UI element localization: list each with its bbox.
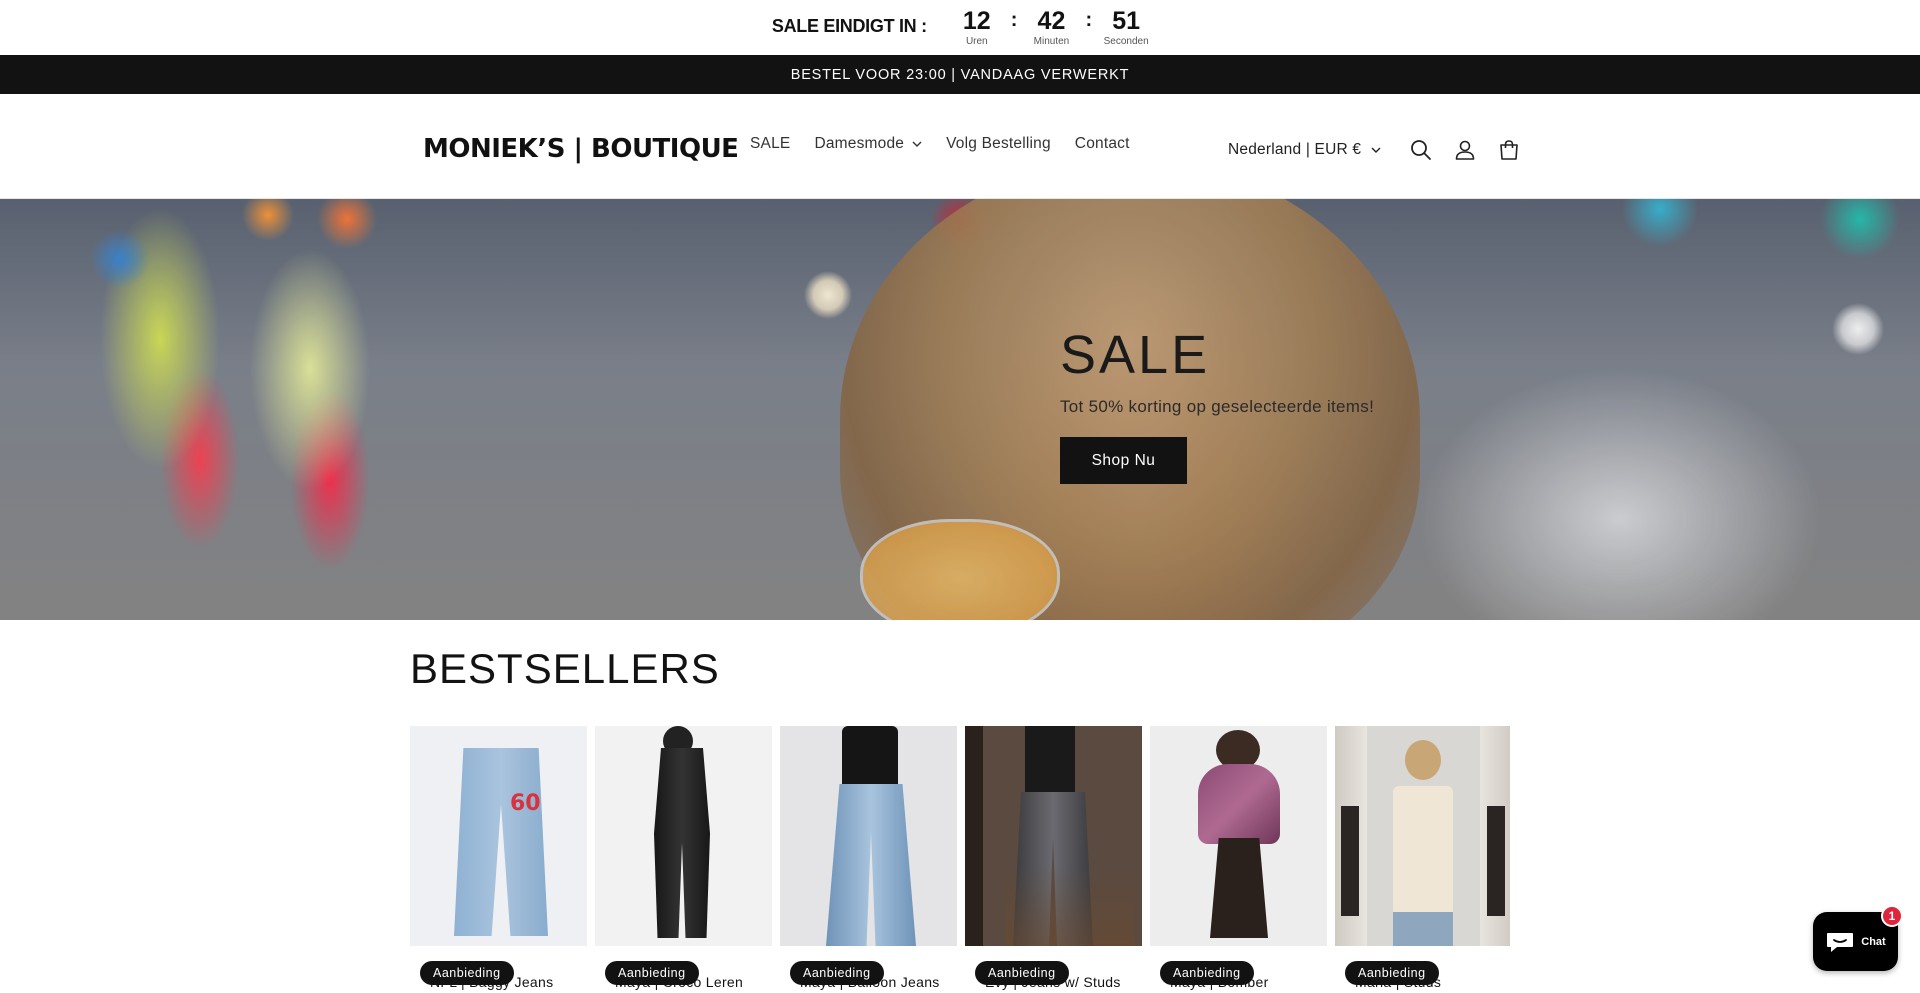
bestsellers-title: BESTSELLERS xyxy=(410,645,720,692)
search-button[interactable] xyxy=(1399,128,1443,172)
product-image[interactable] xyxy=(965,726,1142,946)
search-icon xyxy=(1411,140,1432,160)
product-image[interactable] xyxy=(595,726,772,946)
country-selector-label: Nederland | EUR € xyxy=(1228,141,1362,158)
shop-now-button[interactable]: Shop Nu xyxy=(1060,437,1187,484)
account-button[interactable] xyxy=(1443,128,1487,172)
hero-content: SALE Tot 50% korting op geselecteerde it… xyxy=(1060,325,1374,484)
product-image[interactable]: 60 xyxy=(410,726,587,946)
product-carousel: 60 Aanbieding NFL | Baggy Jeans Aanbiedi… xyxy=(410,726,1510,993)
nav-item-volg-bestelling[interactable]: Volg Bestelling xyxy=(946,135,1051,153)
countdown-separator: : xyxy=(1010,9,1018,31)
countdown-hours-value: 12 xyxy=(962,7,991,35)
sale-badge: Aanbieding xyxy=(605,961,699,985)
chat-label: Chat xyxy=(1861,935,1886,948)
countdown-seconds-value: 51 xyxy=(1112,7,1141,35)
nav-item-label: Volg Bestelling xyxy=(946,135,1051,152)
product-card[interactable]: Aanbieding Maya | Balloon Jeans xyxy=(780,726,957,993)
countdown-minutes-label: Minuten xyxy=(1033,36,1070,47)
countdown-hours-label: Uren xyxy=(965,36,988,47)
sale-badge: Aanbieding xyxy=(1160,961,1254,985)
countdown-minutes: 42 Minuten xyxy=(1029,8,1073,47)
account-icon xyxy=(1455,140,1475,160)
product-card[interactable]: Aanbieding Maya | Croco Leren xyxy=(595,726,772,993)
sale-badge: Aanbieding xyxy=(975,961,1069,985)
nav-item-sale[interactable]: SALE xyxy=(750,135,790,153)
countdown-label: SALE EINDIGT IN : xyxy=(771,16,927,36)
site-header: MONIEK’S | BOUTIQUE SALE Damesmode Volg … xyxy=(0,94,1920,199)
hero-overlay xyxy=(0,199,1920,620)
chevron-down-icon xyxy=(912,141,922,147)
store-logo[interactable]: MONIEK’S | BOUTIQUE xyxy=(423,134,739,164)
announcement-bar: BESTEL VOOR 23:00 | VANDAAG VERWERKT xyxy=(0,55,1920,94)
countdown-separator: : xyxy=(1085,9,1093,31)
nav-item-label: Contact xyxy=(1074,135,1130,152)
header-actions: Nederland | EUR € xyxy=(1228,128,1531,172)
country-selector[interactable]: Nederland | EUR € xyxy=(1228,141,1381,159)
countdown-bar: SALE EINDIGT IN : 12 Uren : 42 Minuten :… xyxy=(0,0,1920,55)
product-card[interactable]: Aanbieding Maria | Studs xyxy=(1335,726,1510,993)
nav-item-label: SALE xyxy=(750,135,791,152)
product-card[interactable]: 60 Aanbieding NFL | Baggy Jeans xyxy=(410,726,587,993)
hero-title: SALE xyxy=(1060,325,1211,385)
nav-item-label: Damesmode xyxy=(814,135,905,152)
main-nav: SALE Damesmode Volg Bestelling Contact xyxy=(738,135,1142,153)
chat-bubble-icon xyxy=(1827,932,1854,952)
product-image[interactable] xyxy=(1335,726,1510,946)
countdown-seconds-label: Seconden xyxy=(1103,36,1149,47)
product-image[interactable] xyxy=(1150,726,1327,946)
sale-badge: Aanbieding xyxy=(790,961,884,985)
announcement-text: BESTEL VOOR 23:00 | VANDAAG VERWERKT xyxy=(790,66,1130,83)
countdown-hours: 12 Uren xyxy=(955,8,999,47)
chevron-down-icon xyxy=(1371,147,1381,153)
chat-unread-badge: 1 xyxy=(1881,905,1903,927)
nav-item-contact[interactable]: Contact xyxy=(1075,135,1130,153)
hero-subtitle: Tot 50% korting op geselecteerde items! xyxy=(1060,397,1375,416)
hero-banner: SALE Tot 50% korting op geselecteerde it… xyxy=(0,199,1920,620)
countdown-seconds: 51 Seconden xyxy=(1103,7,1149,47)
sale-badge: Aanbieding xyxy=(1345,961,1439,985)
product-card[interactable]: Aanbieding Maya | Bomber xyxy=(1150,726,1327,993)
product-image[interactable] xyxy=(780,726,957,946)
nav-item-damesmode[interactable]: Damesmode xyxy=(814,135,922,153)
cart-button[interactable] xyxy=(1487,128,1531,172)
cart-icon xyxy=(1500,140,1519,160)
product-card[interactable]: Aanbieding Evy | Jeans w/ Studs xyxy=(965,726,1142,993)
countdown-minutes-value: 42 xyxy=(1037,7,1066,35)
sale-badge: Aanbieding xyxy=(420,961,514,985)
